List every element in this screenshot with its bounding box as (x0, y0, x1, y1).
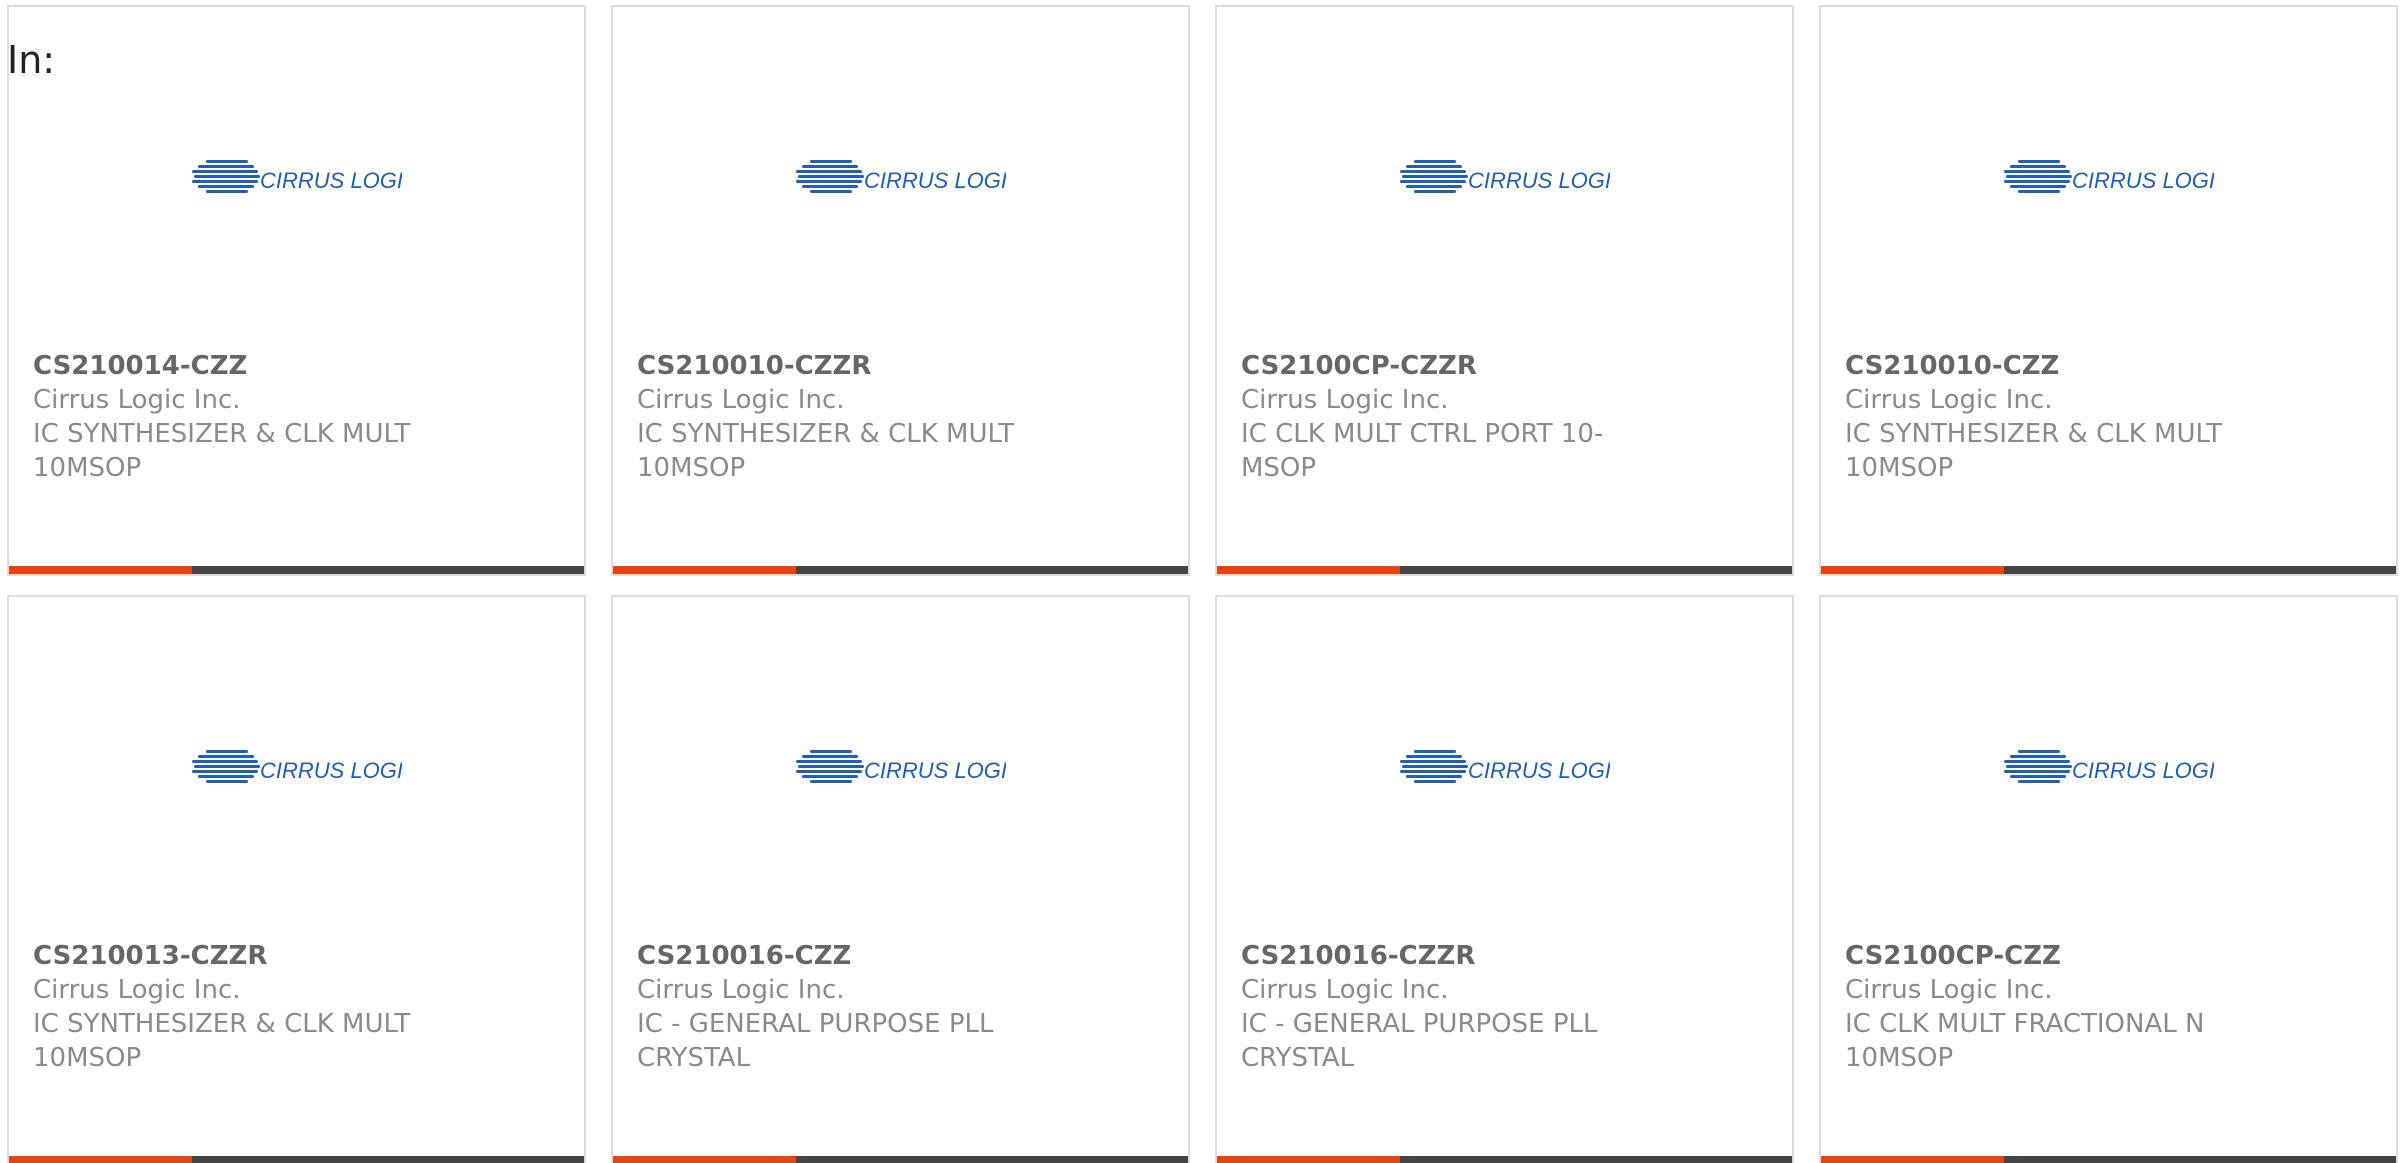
manufacturer-logo: CIRRUS LOGIC (9, 747, 584, 787)
part-number[interactable]: CS210016-CZZR (1241, 939, 1768, 973)
part-number[interactable]: CS210013-CZZR (33, 939, 560, 973)
logo-wordmark: CIRRUS LOGIC (260, 758, 402, 783)
manufacturer-name: Cirrus Logic Inc. (33, 385, 241, 415)
manufacturer-name: Cirrus Logic Inc. (1845, 975, 2053, 1005)
card-bottom-bar (1217, 1156, 1792, 1163)
manufacturer-name: Cirrus Logic Inc. (33, 975, 241, 1005)
manufacturer-name: Cirrus Logic Inc. (637, 975, 845, 1005)
card-bar-accent (9, 1156, 192, 1163)
cirrus-logic-logo-icon: CIRRUS LOGIC (2003, 160, 2214, 193)
manufacturer-logo: CIRRUS LOGIC (1821, 747, 2396, 787)
logo-wordmark: CIRRUS LOGIC (260, 168, 402, 193)
cirrus-logic-logo-icon: CIRRUS LOGIC (795, 750, 1006, 783)
part-number[interactable]: CS2100CP-CZZ (1845, 939, 2372, 973)
card-bottom-bar (613, 1156, 1188, 1163)
product-grid-page: In: CIRRUS LOGIC CS210014-CZZ Cirrus Log… (0, 0, 2400, 1163)
card-bar-accent (9, 566, 192, 574)
cirrus-logic-logo-icon: CIRRUS LOGIC (1399, 750, 1610, 783)
card-bottom-bar (1821, 566, 2396, 574)
product-info: CS210014-CZZ Cirrus Logic Inc. IC SYNTHE… (33, 349, 560, 485)
card-bar-accent (1217, 566, 1400, 574)
logo-wordmark: CIRRUS LOGIC (2072, 758, 2214, 783)
product-card[interactable]: CIRRUS LOGIC CS210014-CZZ Cirrus Logic I… (7, 5, 586, 576)
manufacturer-logo: CIRRUS LOGIC (1217, 747, 1792, 787)
card-bottom-bar (9, 566, 584, 574)
manufacturer-logo: CIRRUS LOGIC (1217, 157, 1792, 197)
logo-wordmark: CIRRUS LOGIC (2072, 168, 2214, 193)
card-bottom-bar (613, 566, 1188, 574)
product-card[interactable]: CIRRUS LOGIC CS210016-CZZR Cirrus Logic … (1215, 595, 1794, 1163)
cirrus-logic-logo-icon: CIRRUS LOGIC (191, 160, 402, 193)
logo-wordmark: CIRRUS LOGIC (1468, 168, 1610, 193)
cirrus-logic-logo-icon: CIRRUS LOGIC (1399, 160, 1610, 193)
product-grid: CIRRUS LOGIC CS210014-CZZ Cirrus Logic I… (7, 5, 2398, 1163)
product-info: CS210016-CZZ Cirrus Logic Inc. IC - GENE… (637, 939, 1164, 1075)
manufacturer-logo: CIRRUS LOGIC (613, 157, 1188, 197)
manufacturer-logo: CIRRUS LOGIC (1821, 157, 2396, 197)
manufacturer-name: Cirrus Logic Inc. (1241, 975, 1449, 1005)
manufacturer-name: Cirrus Logic Inc. (637, 385, 845, 415)
product-description: IC SYNTHESIZER & CLK MULT 10MSOP (1845, 419, 2223, 483)
part-number[interactable]: CS210010-CZZR (637, 349, 1164, 383)
logo-wordmark: CIRRUS LOGIC (1468, 758, 1610, 783)
product-info: CS210013-CZZR Cirrus Logic Inc. IC SYNTH… (33, 939, 560, 1075)
cirrus-logic-logo-icon: CIRRUS LOGIC (191, 750, 402, 783)
product-description: IC SYNTHESIZER & CLK MULT 10MSOP (33, 419, 411, 483)
card-bottom-bar (1217, 566, 1792, 574)
product-card[interactable]: CIRRUS LOGIC CS2100CP-CZZ Cirrus Logic I… (1819, 595, 2398, 1163)
cirrus-logic-logo-icon: CIRRUS LOGIC (2003, 750, 2214, 783)
manufacturer-name: Cirrus Logic Inc. (1845, 385, 2053, 415)
card-bar-accent (613, 1156, 796, 1163)
manufacturer-logo: CIRRUS LOGIC (613, 747, 1188, 787)
product-card[interactable]: CIRRUS LOGIC CS2100CP-CZZR Cirrus Logic … (1215, 5, 1794, 576)
part-number[interactable]: CS2100CP-CZZR (1241, 349, 1768, 383)
product-card[interactable]: CIRRUS LOGIC CS210013-CZZR Cirrus Logic … (7, 595, 586, 1163)
product-description: IC CLK MULT CTRL PORT 10-MSOP (1241, 419, 1604, 483)
product-description: IC SYNTHESIZER & CLK MULT 10MSOP (637, 419, 1015, 483)
product-info: CS210010-CZZR Cirrus Logic Inc. IC SYNTH… (637, 349, 1164, 485)
logo-wordmark: CIRRUS LOGIC (864, 168, 1006, 193)
cirrus-logic-logo-icon: CIRRUS LOGIC (795, 160, 1006, 193)
part-number[interactable]: CS210014-CZZ (33, 349, 560, 383)
card-bar-accent (1217, 1156, 1400, 1163)
product-info: CS2100CP-CZZ Cirrus Logic Inc. IC CLK MU… (1845, 939, 2372, 1075)
product-description: IC SYNTHESIZER & CLK MULT 10MSOP (33, 1009, 411, 1073)
logo-wordmark: CIRRUS LOGIC (864, 758, 1006, 783)
product-description: IC - GENERAL PURPOSE PLL CRYSTAL (1241, 1009, 1598, 1073)
product-info: CS2100CP-CZZR Cirrus Logic Inc. IC CLK M… (1241, 349, 1768, 485)
card-bar-accent (613, 566, 796, 574)
part-number[interactable]: CS210016-CZZ (637, 939, 1164, 973)
product-card[interactable]: CIRRUS LOGIC CS210016-CZZ Cirrus Logic I… (611, 595, 1190, 1163)
card-bar-accent (1821, 1156, 2004, 1163)
card-bar-accent (1821, 566, 2004, 574)
filter-label: In: (7, 38, 56, 82)
product-info: CS210016-CZZR Cirrus Logic Inc. IC - GEN… (1241, 939, 1768, 1075)
card-bottom-bar (1821, 1156, 2396, 1163)
product-card[interactable]: CIRRUS LOGIC CS210010-CZZR Cirrus Logic … (611, 5, 1190, 576)
manufacturer-name: Cirrus Logic Inc. (1241, 385, 1449, 415)
part-number[interactable]: CS210010-CZZ (1845, 349, 2372, 383)
card-bottom-bar (9, 1156, 584, 1163)
manufacturer-logo: CIRRUS LOGIC (9, 157, 584, 197)
product-card[interactable]: CIRRUS LOGIC CS210010-CZZ Cirrus Logic I… (1819, 5, 2398, 576)
product-description: IC CLK MULT FRACTIONAL N 10MSOP (1845, 1009, 2205, 1073)
product-info: CS210010-CZZ Cirrus Logic Inc. IC SYNTHE… (1845, 349, 2372, 485)
product-description: IC - GENERAL PURPOSE PLL CRYSTAL (637, 1009, 994, 1073)
